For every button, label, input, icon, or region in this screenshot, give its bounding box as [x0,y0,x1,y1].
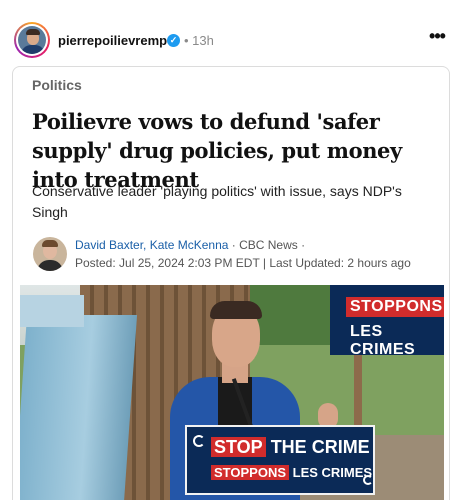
byline: David Baxter, Kate McKenna · CBC News · [75,238,305,252]
party-logo-icon-small [363,475,373,485]
podium-les-crimes-text: LES CRIMES [289,465,373,480]
party-logo-icon [193,435,205,447]
avatar-photo [18,26,46,54]
background-campaign-sign: STOPPONS LES CRIMES [330,285,444,358]
verified-badge-icon: ✓ [167,34,180,47]
username[interactable]: pierrepoilievremp [58,33,167,48]
more-options-icon[interactable]: ••• [426,27,448,50]
article-photo: STOPPONS LES CRIMES STOP THE CRIME STOPP… [20,285,444,500]
author-links[interactable]: David Baxter, Kate McKenna [75,238,228,252]
article-subhead: Conservative leader 'playing politics' w… [32,183,402,220]
sign-text-stoppons: STOPPONS [346,297,444,317]
playground-slide [20,315,138,500]
sign-text-les-crimes: LES CRIMES [350,323,416,358]
podium-stop-text: STOP [211,437,266,457]
podium-sign: STOP THE CRIME STOPPONS LES CRIMES [185,425,375,495]
posted-date: Posted: Jul 25, 2024 2:03 PM EDT | Last … [75,256,411,270]
article-card[interactable]: Politics Poilievre vows to defund 'safer… [12,66,450,500]
author-avatar [33,237,67,271]
article-category: Politics [32,77,82,93]
podium-stoppons-text: STOPPONS [211,465,290,480]
byline-source: · CBC News · [228,238,306,252]
profile-avatar[interactable] [14,22,50,58]
podium-the-crime-text: THE CRIME [265,437,370,457]
post-timestamp: • 13h [184,33,214,48]
